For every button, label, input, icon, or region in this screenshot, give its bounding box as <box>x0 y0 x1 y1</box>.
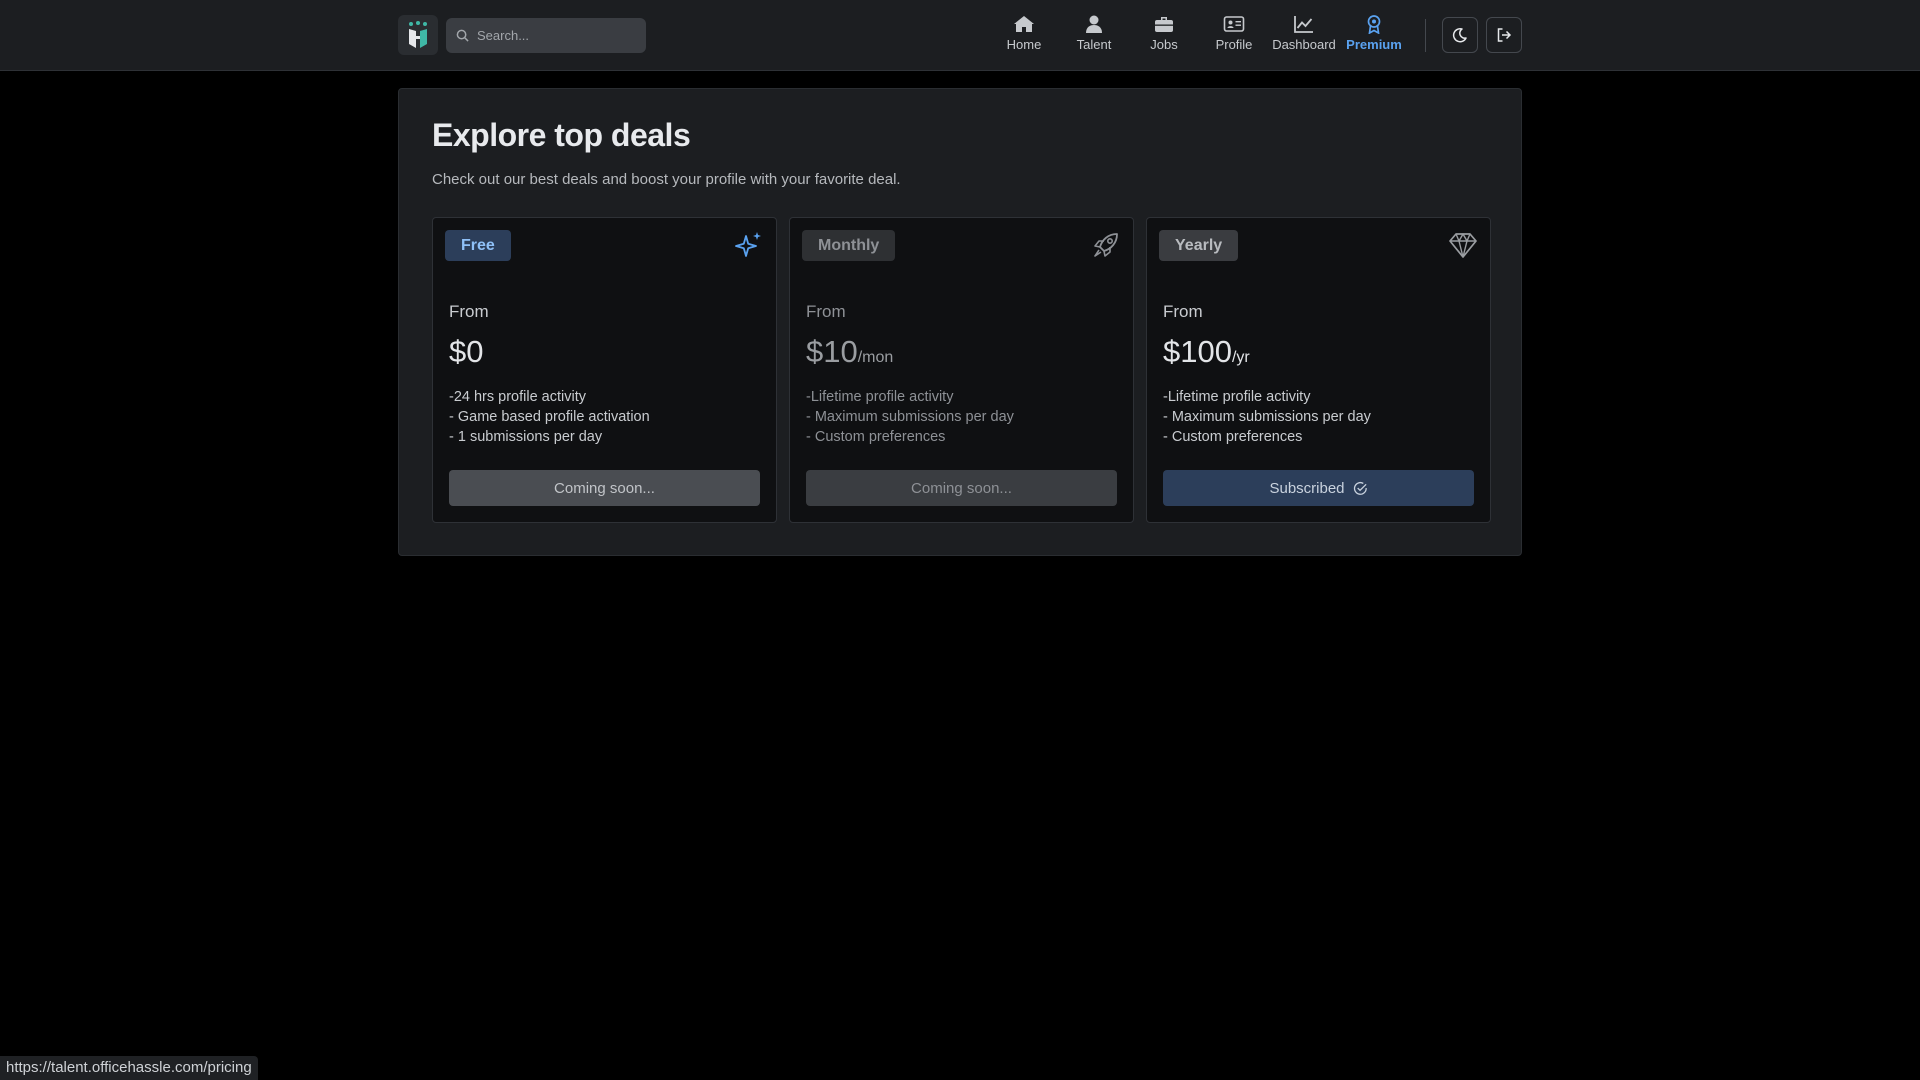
sparkles-icon <box>735 232 761 257</box>
plan-from-label: From <box>449 302 489 321</box>
plan-features: -24 hrs profile activity - Game based pr… <box>449 387 650 447</box>
plan-from-label: From <box>1163 302 1203 321</box>
plan-from-label: From <box>806 302 846 321</box>
plan-features: -Lifetime profile activity - Maximum sub… <box>1163 387 1371 447</box>
home-icon <box>1014 16 1034 32</box>
check-circle-icon <box>1353 481 1367 495</box>
plan-feature: - Custom preferences <box>1163 429 1303 445</box>
coming-soon-button[interactable]: Coming soon... <box>806 470 1117 506</box>
nav-item-label: Home <box>1006 37 1042 52</box>
moon-icon <box>1452 27 1467 43</box>
logout-icon <box>1497 28 1512 42</box>
rocket-icon <box>1094 233 1118 257</box>
button-label: Subscribed <box>1269 479 1345 497</box>
search-input[interactable] <box>475 27 639 44</box>
coming-soon-button[interactable]: Coming soon... <box>449 470 760 506</box>
briefcase-icon <box>1155 17 1173 32</box>
plan-badge: Free <box>445 230 511 261</box>
plan-price-period: /mon <box>857 349 894 366</box>
nav-item-dashboard[interactable]: Dashboard <box>1269 14 1339 58</box>
nav-item-talent[interactable]: Talent <box>1059 14 1129 58</box>
page-subtitle: Check out our best deals and boost your … <box>432 171 901 188</box>
plan-feature: -Lifetime profile activity <box>806 389 954 405</box>
subscribed-button[interactable]: Subscribed <box>1163 470 1474 506</box>
nav-item-premium[interactable]: Premium <box>1339 14 1409 58</box>
plan-feature: -Lifetime profile activity <box>1163 389 1311 405</box>
plan-feature: - Maximum submissions per day <box>1163 409 1371 425</box>
nav-item-profile[interactable]: Profile <box>1199 14 1269 58</box>
chart-line-icon <box>1294 16 1313 33</box>
plan-price: $10/mon <box>806 334 893 370</box>
plan-feature: - Game based profile activation <box>449 409 650 425</box>
plan-card-monthly: Monthly From $10/mon -Lifetime profile a… <box>789 217 1134 523</box>
logout-button[interactable] <box>1486 17 1522 53</box>
user-icon <box>1086 15 1102 33</box>
plan-price-amount: $10 <box>806 334 858 369</box>
plan-price-period: /yr <box>1231 349 1250 366</box>
app-logo[interactable] <box>398 15 438 55</box>
nav-item-label: Premium <box>1346 37 1402 52</box>
search-box[interactable] <box>446 18 646 53</box>
plan-card-yearly: Yearly From $100/yr -Lifetime profile ac… <box>1146 217 1491 523</box>
plan-feature: -24 hrs profile activity <box>449 389 586 405</box>
plan-price-amount: $100 <box>1163 334 1232 369</box>
nav-item-jobs[interactable]: Jobs <box>1129 14 1199 58</box>
pricing-panel: Explore top deals Check out our best dea… <box>398 88 1522 556</box>
top-navbar: Home Talent Jobs <box>0 0 1920 71</box>
theme-toggle-button[interactable] <box>1442 17 1478 53</box>
plan-badge: Yearly <box>1159 230 1239 261</box>
link-status-bar: https://talent.officehassle.com/pricing <box>0 1056 258 1080</box>
logo-icon <box>409 21 427 48</box>
plan-badge: Monthly <box>802 230 896 261</box>
plan-price: $0 <box>449 334 483 370</box>
nav-item-label: Profile <box>1215 37 1253 52</box>
award-icon <box>1367 15 1381 35</box>
plan-price: $100/yr <box>1163 334 1250 370</box>
nav-item-label: Dashboard <box>1272 37 1336 52</box>
nav-item-label: Jobs <box>1150 37 1178 52</box>
plan-features: -Lifetime profile activity - Maximum sub… <box>806 387 1014 447</box>
nav-item-home[interactable]: Home <box>989 14 1059 58</box>
page-title: Explore top deals <box>432 117 691 153</box>
plan-feature: - 1 submissions per day <box>449 429 603 445</box>
diamond-icon <box>1449 233 1477 258</box>
id-card-icon <box>1223 16 1245 32</box>
button-label: Coming soon... <box>911 479 1012 497</box>
plan-price-amount: $0 <box>449 334 484 369</box>
button-label: Coming soon... <box>554 479 655 497</box>
nav-divider <box>1425 19 1426 52</box>
nav-item-label: Talent <box>1076 37 1112 52</box>
plan-feature: - Maximum submissions per day <box>806 409 1014 425</box>
plan-feature: - Custom preferences <box>806 429 946 445</box>
search-icon <box>456 29 469 42</box>
plan-card-free: Free From $0 -24 hrs profile activity - … <box>432 217 777 523</box>
